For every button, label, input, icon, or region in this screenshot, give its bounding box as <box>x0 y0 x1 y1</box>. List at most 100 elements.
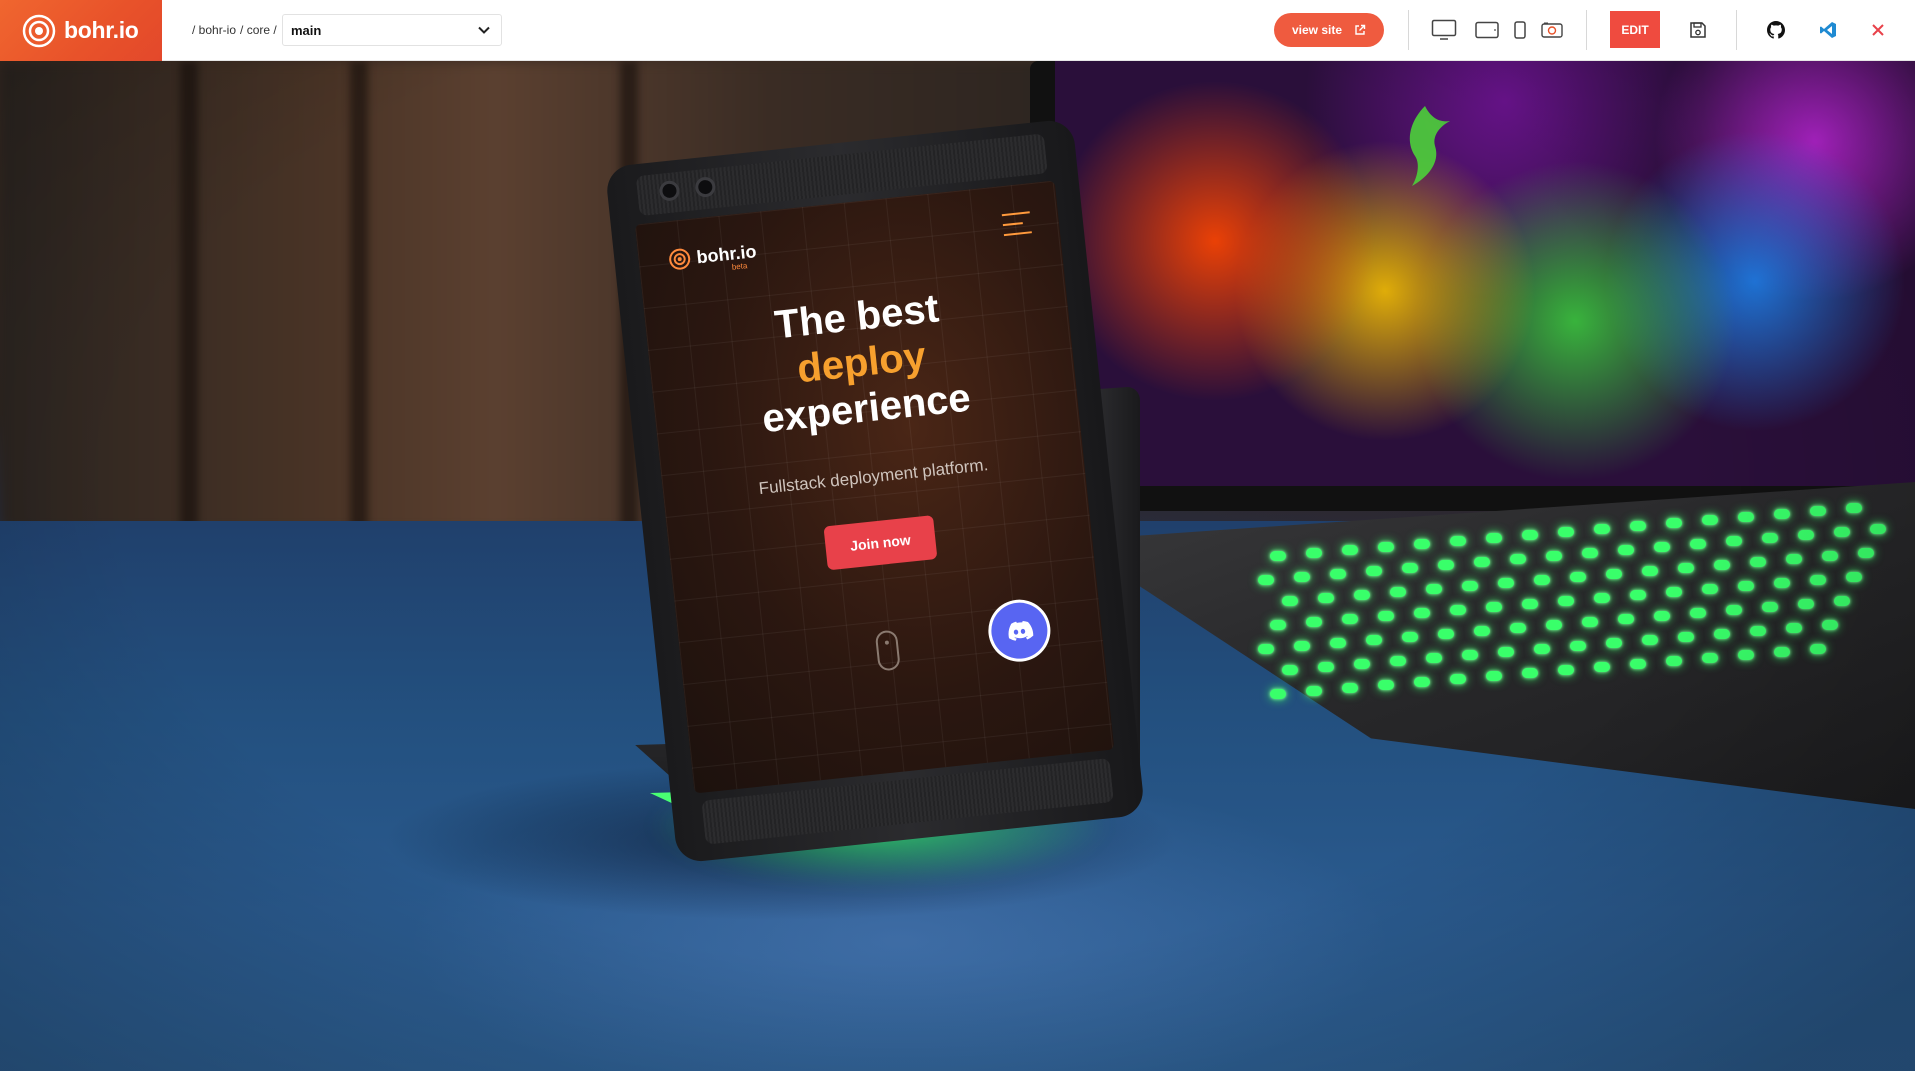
keyboard-key <box>1666 518 1682 528</box>
tablet-view-button[interactable] <box>1474 16 1500 44</box>
keyboard-key <box>1402 563 1418 573</box>
toolbar-divider <box>1408 10 1409 50</box>
github-button[interactable] <box>1766 16 1786 44</box>
keyboard-key <box>1774 647 1790 657</box>
keyboard-key <box>1330 638 1346 648</box>
keyboard-key <box>1330 569 1346 579</box>
breadcrumb-org[interactable]: / bohr-io <box>192 23 236 37</box>
keyboard-key <box>1834 527 1850 537</box>
keyboard-key <box>1270 620 1286 630</box>
branch-select[interactable]: main <box>282 14 502 46</box>
vscode-icon <box>1820 22 1836 38</box>
keyboard-key <box>1438 560 1454 570</box>
keyboard-key <box>1426 653 1442 663</box>
save-button[interactable] <box>1688 16 1708 44</box>
keyboard-key <box>1414 539 1430 549</box>
keyboard-key <box>1522 668 1538 678</box>
keyboard-key <box>1618 545 1634 555</box>
keyboard-key <box>1342 545 1358 555</box>
keyboard-key <box>1630 590 1646 600</box>
keyboard-key <box>1594 593 1610 603</box>
phone-screen: bohr.io beta The best deploy experience … <box>634 180 1115 794</box>
keyboard-key <box>1354 590 1370 600</box>
keyboard-key <box>1750 626 1766 636</box>
keyboard-key <box>1426 584 1442 594</box>
keyboard-key <box>1522 599 1538 609</box>
keyboard-key <box>1390 587 1406 597</box>
keyboard-key <box>1798 599 1814 609</box>
background-plank <box>350 61 368 531</box>
keyboard-key <box>1378 542 1394 552</box>
keyboard-key <box>1690 539 1706 549</box>
keyboard-key <box>1474 626 1490 636</box>
keyboard-key <box>1822 620 1838 630</box>
keyboard-key <box>1270 551 1286 561</box>
keyboard-key <box>1294 641 1310 651</box>
keyboard-key <box>1678 563 1694 573</box>
desktop-icon <box>1431 19 1457 40</box>
keyboard-key <box>1366 635 1382 645</box>
keyboard-key <box>1462 650 1478 660</box>
background-plank <box>180 61 198 531</box>
beta-badge: beta <box>731 261 748 272</box>
desktop-view-button[interactable] <box>1430 16 1458 44</box>
keyboard-key <box>1342 614 1358 624</box>
keyboard-key <box>1666 656 1682 666</box>
keyboard-key <box>1654 611 1670 621</box>
keyboard-key <box>1738 512 1754 522</box>
keyboard-key <box>1870 524 1886 534</box>
keyboard-key <box>1726 605 1742 615</box>
keyboard-key <box>1270 689 1286 699</box>
laptop-keyboard <box>1250 501 1915 761</box>
save-icon <box>1690 22 1706 38</box>
screenshot-button[interactable] <box>1540 16 1564 44</box>
keyboard-key <box>1414 677 1430 687</box>
keyboard-key <box>1486 533 1502 543</box>
vscode-button[interactable] <box>1818 16 1838 44</box>
keyboard-key <box>1714 560 1730 570</box>
keyboard-key <box>1558 665 1574 675</box>
keyboard-key <box>1534 575 1550 585</box>
close-icon <box>1872 24 1884 36</box>
keyboard-key <box>1534 644 1550 654</box>
keyboard-key <box>1798 530 1814 540</box>
keyboard-key <box>1450 605 1466 615</box>
hamburger-menu-icon[interactable] <box>1001 211 1033 240</box>
keyboard-key <box>1606 638 1622 648</box>
branch-value: main <box>291 22 322 38</box>
keyboard-key <box>1546 620 1562 630</box>
keyboard-key <box>1702 653 1718 663</box>
keyboard-key <box>1738 581 1754 591</box>
keyboard-key <box>1654 542 1670 552</box>
breadcrumb: / bohr-io / core / <box>192 20 277 40</box>
keyboard-key <box>1786 554 1802 564</box>
edit-button[interactable]: EDIT <box>1610 11 1660 48</box>
breadcrumb-project[interactable]: / core / <box>240 23 277 37</box>
keyboard-key <box>1570 572 1586 582</box>
mobile-view-button[interactable] <box>1512 16 1528 44</box>
keyboard-key <box>1762 533 1778 543</box>
bohr-logo-icon <box>22 14 56 47</box>
keyboard-key <box>1834 596 1850 606</box>
keyboard-key <box>1342 683 1358 693</box>
keyboard-key <box>1438 629 1454 639</box>
close-button[interactable] <box>1868 16 1888 44</box>
keyboard-key <box>1762 602 1778 612</box>
toolbar-divider <box>1586 10 1587 50</box>
keyboard-key <box>1606 569 1622 579</box>
keyboard-key <box>1582 617 1598 627</box>
discord-icon <box>1008 620 1034 641</box>
brand[interactable]: bohr.io <box>0 0 162 61</box>
keyboard-key <box>1546 551 1562 561</box>
keyboard-key <box>1282 596 1298 606</box>
keyboard-key <box>1846 503 1862 513</box>
keyboard-key <box>1522 530 1538 540</box>
keyboard-key <box>1690 608 1706 618</box>
keyboard-key <box>1810 506 1826 516</box>
keyboard-key <box>1774 578 1790 588</box>
keyboard-key <box>1678 632 1694 642</box>
keyboard-key <box>1558 527 1574 537</box>
keyboard-key <box>1726 536 1742 546</box>
view-site-button[interactable]: view site <box>1274 13 1384 47</box>
keyboard-key <box>1810 644 1826 654</box>
